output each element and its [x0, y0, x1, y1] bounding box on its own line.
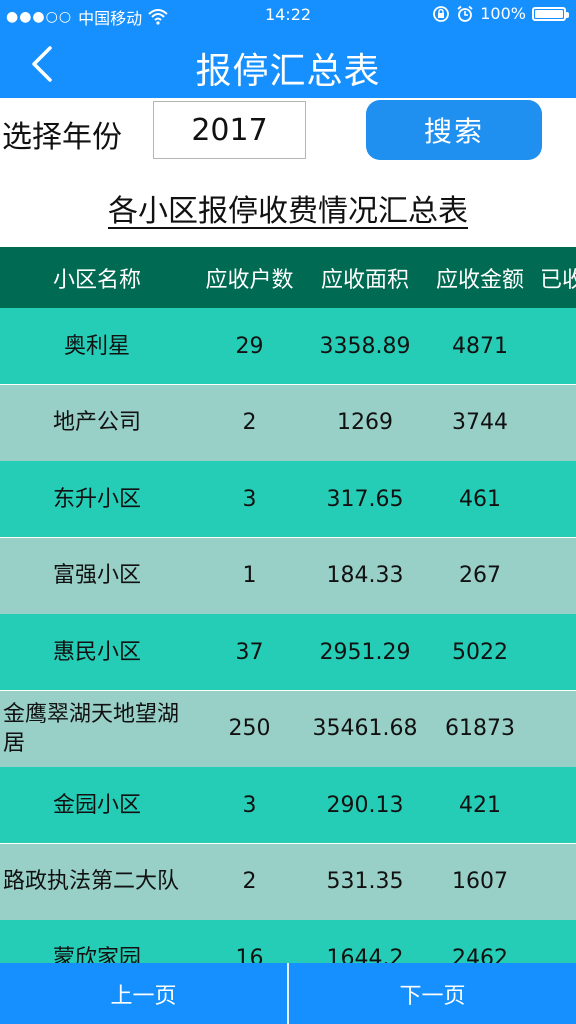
table-row[interactable]: 奥利星 29 3358.89 4871 — [0, 308, 576, 384]
cell-amount: 61873 — [445, 716, 515, 741]
cell-area: 290.13 — [326, 792, 404, 818]
table-row[interactable]: 东升小区 3 317.65 461 — [0, 461, 576, 537]
summary-table: 小区名称 应收户数 应收面积 应收金额 已收 奥利星 29 3358.89 4871 地… — [0, 247, 576, 963]
table-row[interactable]: 地产公司 2 1269 3744 — [0, 384, 576, 461]
cell-amount: 461 — [459, 486, 501, 512]
status-bar: ●●●○○ 中国移动 14:22 100% — [0, 0, 576, 30]
cell-community-name: 蒙欣家园 — [52, 945, 141, 964]
top-bar: ●●●○○ 中国移动 14:22 100% 报停汇总表 — [0, 0, 576, 98]
cell-households: 2 — [242, 410, 257, 435]
column-header-households: 应收户数 — [205, 267, 294, 293]
column-header-amount: 应收金额 — [435, 267, 524, 293]
table-row[interactable]: 蒙欣家园 16 1644.2 2462 — [0, 920, 576, 963]
alarm-icon — [457, 5, 473, 22]
cell-community-name: 路政执法第二大队 — [3, 869, 180, 894]
cell-area: 3358.89 — [319, 333, 411, 359]
cell-households: 1 — [242, 563, 257, 588]
cell-households: 2 — [242, 869, 257, 894]
cell-community-name: 东升小区 — [52, 486, 141, 512]
report-title: 各小区报停收费情况汇总表 — [0, 186, 576, 230]
cell-households: 250 — [228, 716, 271, 741]
cell-community-name: 富强小区 — [52, 563, 141, 588]
cell-area: 317.65 — [326, 486, 404, 512]
prev-page-button[interactable]: 上一页 — [0, 963, 287, 1024]
cell-households: 3 — [242, 486, 257, 512]
cell-area: 35461.68 — [312, 716, 418, 741]
cell-amount: 4871 — [452, 333, 508, 359]
column-header-area: 应收面积 — [320, 267, 409, 293]
cell-amount: 421 — [459, 792, 501, 818]
cell-area: 1644.2 — [326, 945, 404, 964]
cell-area: 1269 — [337, 410, 393, 435]
report-title-text: 各小区报停收费情况汇总表 — [108, 194, 468, 229]
cell-amount: 3744 — [452, 410, 508, 435]
next-page-button[interactable]: 下一页 — [289, 963, 576, 1024]
cell-amount: 267 — [459, 563, 501, 588]
table-row[interactable]: 金鹰翠湖天地望湖居 250 35461.68 61873 — [0, 690, 576, 767]
battery-icon — [532, 6, 569, 21]
cell-amount: 1607 — [452, 869, 508, 894]
table-row[interactable]: 路政执法第二大队 2 531.35 1607 — [0, 843, 576, 920]
cell-amount: 5022 — [452, 639, 508, 665]
year-label: 选择年份 — [2, 120, 122, 155]
year-input[interactable] — [153, 101, 306, 159]
cell-community-name: 金鹰翠湖天地望湖居 — [3, 701, 180, 756]
orientation-lock-icon — [433, 5, 450, 22]
search-button[interactable]: 搜索 — [366, 100, 542, 160]
cell-households: 29 — [235, 333, 264, 359]
status-right: 100% — [432, 4, 569, 23]
cell-households: 16 — [235, 945, 264, 964]
table-row[interactable]: 富强小区 1 184.33 267 — [0, 537, 576, 614]
table-row[interactable]: 金园小区 3 290.13 421 — [0, 767, 576, 843]
cell-households: 3 — [242, 792, 257, 818]
cell-households: 37 — [235, 639, 264, 665]
page-title: 报停汇总表 — [195, 51, 381, 92]
column-header-collected: 已收 — [540, 267, 576, 293]
battery-percent: 100% — [480, 4, 526, 23]
cell-area: 2951.29 — [319, 639, 411, 665]
cell-community-name: 惠民小区 — [52, 639, 141, 665]
cell-community-name: 地产公司 — [52, 410, 141, 435]
nav-bar: 报停汇总表 — [0, 30, 576, 98]
cell-area: 184.33 — [326, 563, 404, 588]
battery-level — [535, 9, 563, 18]
table-row[interactable]: 惠民小区 37 2951.29 5022 — [0, 614, 576, 690]
cell-area: 531.35 — [326, 869, 404, 894]
cell-community-name: 金园小区 — [52, 792, 141, 818]
pagination-bar: 上一页 下一页 — [0, 963, 576, 1024]
cell-amount: 2462 — [452, 945, 508, 964]
table-header: 小区名称 应收户数 应收面积 应收金额 已收 — [0, 247, 576, 308]
filter-row: 选择年份 搜索 — [0, 98, 576, 168]
column-header-name: 小区名称 — [52, 267, 141, 293]
cell-community-name: 奥利星 — [63, 333, 130, 359]
